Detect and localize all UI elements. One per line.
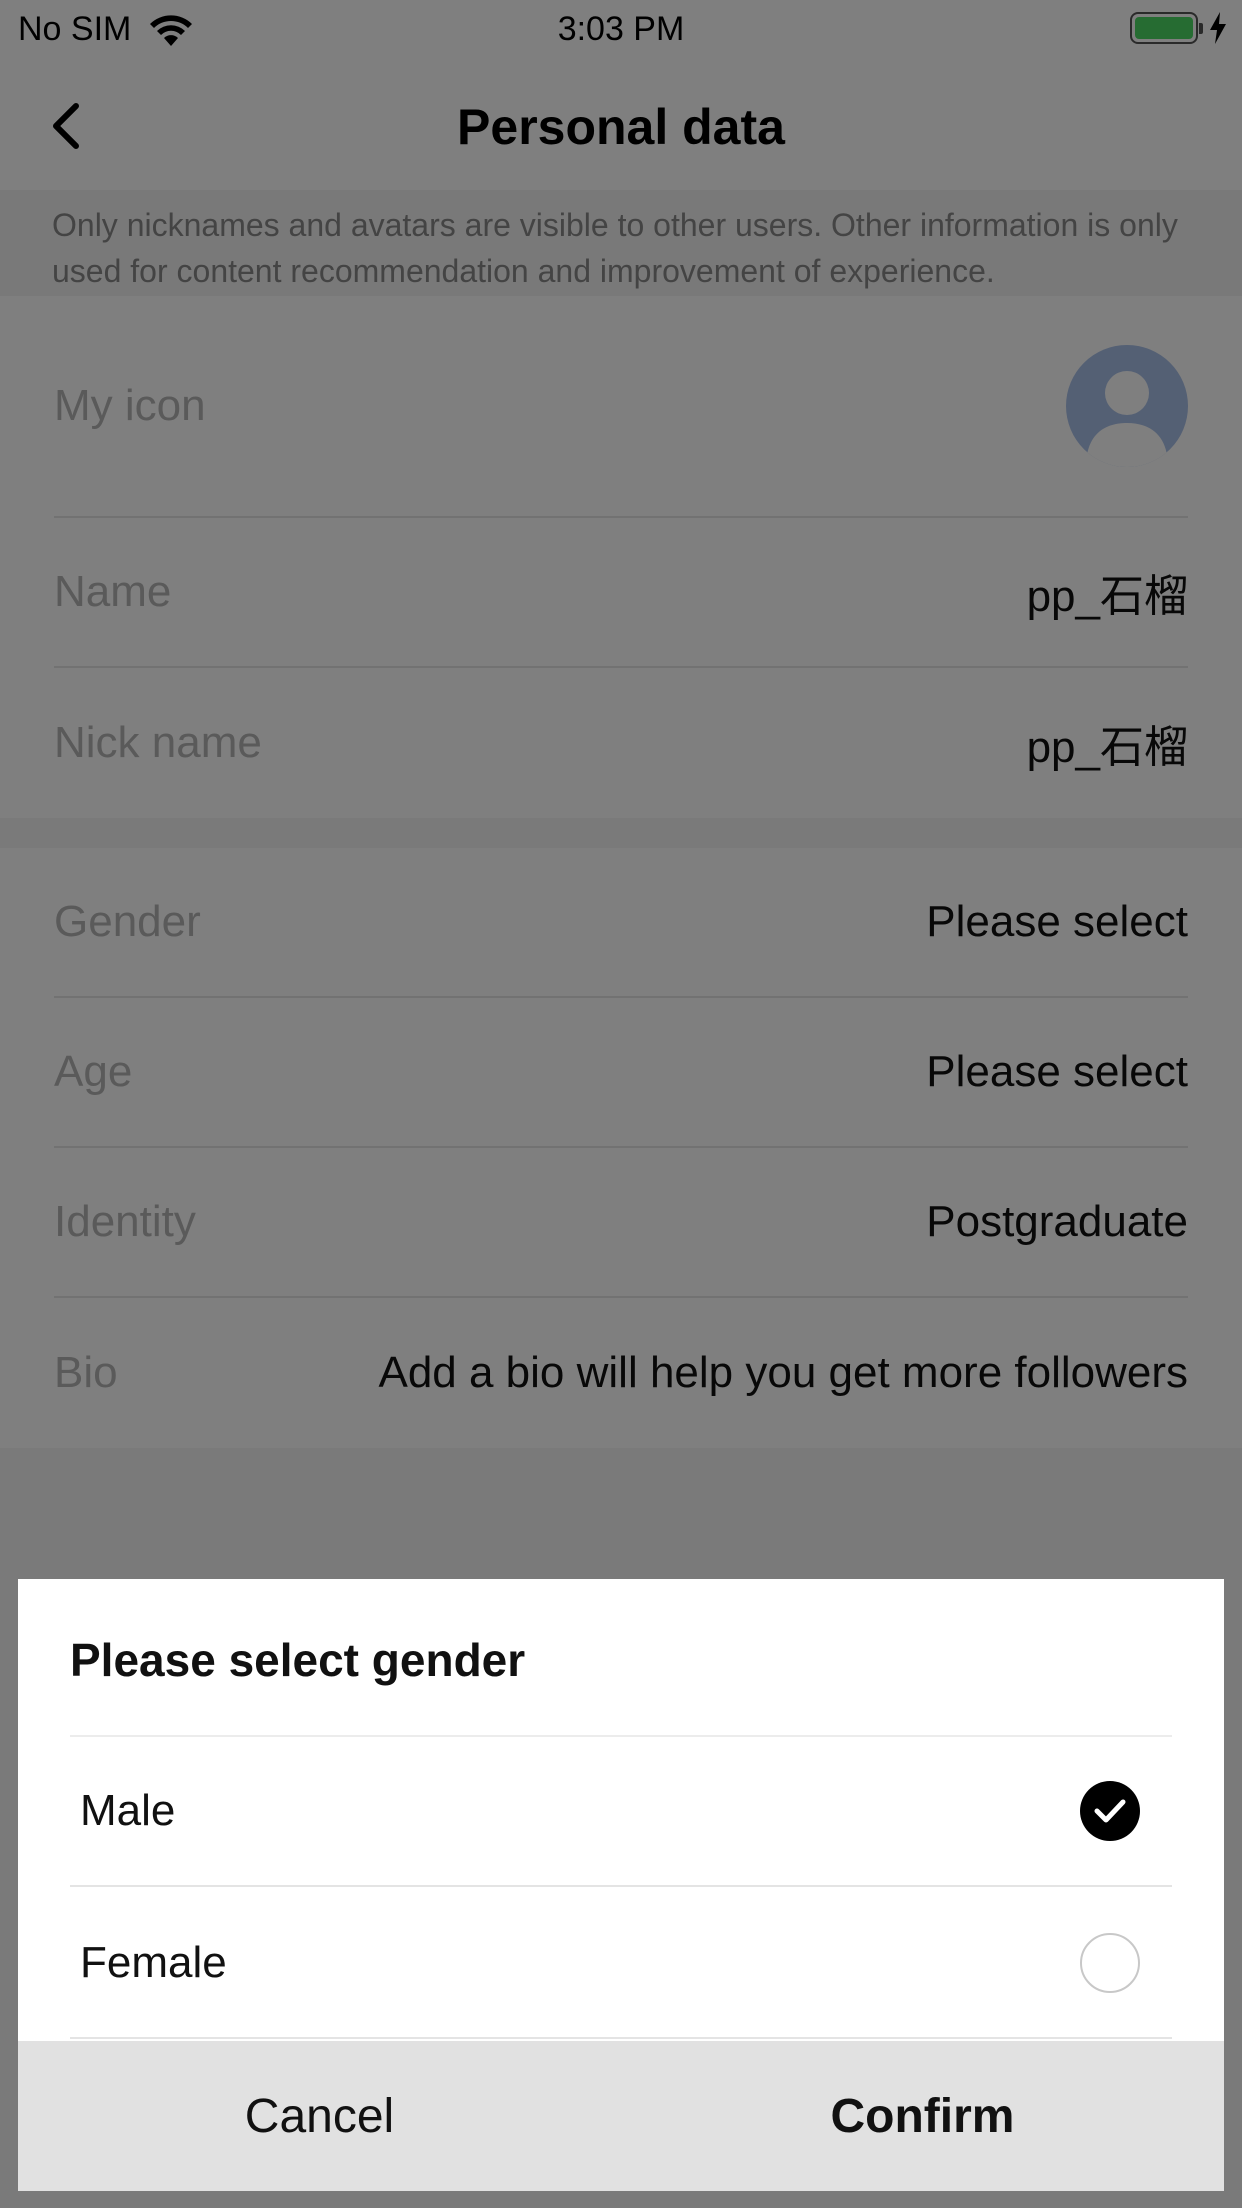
option-label: Male: [80, 1786, 176, 1835]
gender-option-male[interactable]: Male: [70, 1737, 1172, 1887]
gender-picker-dialog: Please select gender Male Female Cancel …: [18, 1579, 1224, 2191]
confirm-button[interactable]: Confirm: [621, 2041, 1224, 2191]
dialog-title: Please select gender: [70, 1634, 526, 1686]
radio-unchecked-icon[interactable]: [1080, 1933, 1140, 1993]
radio-checked-icon[interactable]: [1080, 1781, 1140, 1841]
option-label: Female: [80, 1938, 227, 1987]
cancel-button[interactable]: Cancel: [18, 2041, 621, 2191]
gender-option-female[interactable]: Female: [70, 1889, 1172, 2039]
dialog-footer: Cancel Confirm: [18, 2041, 1224, 2191]
checkmark-icon: [1094, 1799, 1126, 1823]
